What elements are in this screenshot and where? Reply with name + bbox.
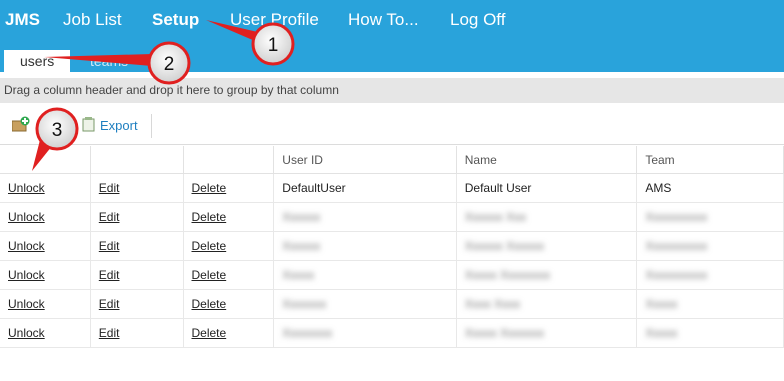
nav-job-list[interactable]: Job List [63, 10, 122, 30]
cell-user-id: Xxxxxxx [273, 289, 457, 319]
edit-link[interactable]: Edit [99, 326, 120, 340]
edit-link[interactable]: Edit [99, 239, 120, 253]
unlock-link[interactable]: Unlock [8, 326, 45, 340]
delete-link[interactable]: Delete [192, 181, 227, 195]
column-header-unlock[interactable] [0, 146, 91, 174]
top-nav-bar: JMS Job List Setup User Profile How To..… [0, 0, 784, 72]
cell-team: Xxxxxxxxxx [636, 231, 784, 261]
tab-users[interactable]: users [4, 50, 71, 72]
cell-team: Xxxxx [636, 289, 784, 319]
unlock-link[interactable]: Unlock [8, 268, 45, 282]
delete-link[interactable]: Delete [192, 239, 227, 253]
export-icon[interactable] [82, 116, 96, 132]
nav-log-off[interactable]: Log Off [450, 10, 505, 30]
cell-name: Default User [456, 173, 638, 203]
table-row: Unlock Edit Delete Xxxxxxxx Xxxxx Xxxxxx… [0, 318, 784, 348]
edit-link[interactable]: Edit [99, 297, 120, 311]
users-grid: User ID Name Team Unlock Edit Delete Def… [0, 146, 784, 348]
cell-name: Xxxx Xxxx [456, 289, 638, 319]
grid-toolbar: Export [0, 106, 784, 145]
toolbar-divider [151, 114, 152, 138]
tab-teams[interactable]: teams [74, 50, 144, 72]
unlock-link[interactable]: Unlock [8, 239, 45, 253]
add-icon[interactable] [12, 116, 30, 132]
delete-link[interactable]: Delete [192, 297, 227, 311]
column-header-team[interactable]: Team [636, 146, 784, 174]
table-row: Unlock Edit Delete Xxxxxx Xxxxxx Xxx Xxx… [0, 202, 784, 232]
cell-team: Xxxxx [636, 318, 784, 348]
cell-user-id: Xxxxxx [273, 231, 457, 261]
table-row: Unlock Edit Delete DefaultUser Default U… [0, 173, 784, 203]
cell-user-id: Xxxxxx [273, 202, 457, 232]
cell-name: Xxxxx Xxxxxxx [456, 318, 638, 348]
delete-link[interactable]: Delete [192, 326, 227, 340]
column-header-edit[interactable] [90, 146, 184, 174]
cell-user-id: Xxxxx [273, 260, 457, 290]
brand-logo: JMS [5, 10, 40, 29]
cell-user-id: Xxxxxxxx [273, 318, 457, 348]
table-row: Unlock Edit Delete Xxxxx Xxxxx Xxxxxxxx … [0, 260, 784, 290]
export-button[interactable]: Export [100, 118, 138, 133]
group-drop-area[interactable]: Drag a column header and drop it here to… [0, 78, 784, 103]
cell-team: Xxxxxxxxxx [636, 260, 784, 290]
delete-link[interactable]: Delete [192, 268, 227, 282]
cell-team: Xxxxxxxxxx [636, 202, 784, 232]
unlock-link[interactable]: Unlock [8, 181, 45, 195]
cell-name: Xxxxxx Xxxxxx [456, 231, 638, 261]
cell-name: Xxxxx Xxxxxxxx [456, 260, 638, 290]
delete-link[interactable]: Delete [192, 210, 227, 224]
cell-name: Xxxxxx Xxx [456, 202, 638, 232]
cell-team: AMS [636, 173, 784, 203]
unlock-link[interactable]: Unlock [8, 297, 45, 311]
edit-link[interactable]: Edit [99, 268, 120, 282]
edit-link[interactable]: Edit [99, 210, 120, 224]
cell-user-id: DefaultUser [273, 173, 457, 203]
column-header-delete[interactable] [183, 146, 275, 174]
column-header-user-id[interactable]: User ID [273, 146, 457, 174]
table-row: Unlock Edit Delete Xxxxxx Xxxxxx Xxxxxx … [0, 231, 784, 261]
edit-link[interactable]: Edit [99, 181, 120, 195]
unlock-link[interactable]: Unlock [8, 210, 45, 224]
table-row: Unlock Edit Delete Xxxxxxx Xxxx Xxxx Xxx… [0, 289, 784, 319]
nav-setup[interactable]: Setup [152, 10, 199, 30]
grid-header-row: User ID Name Team [0, 146, 784, 174]
nav-how-to[interactable]: How To... [348, 10, 419, 30]
column-header-name[interactable]: Name [456, 146, 638, 174]
nav-user-profile[interactable]: User Profile [230, 10, 319, 30]
